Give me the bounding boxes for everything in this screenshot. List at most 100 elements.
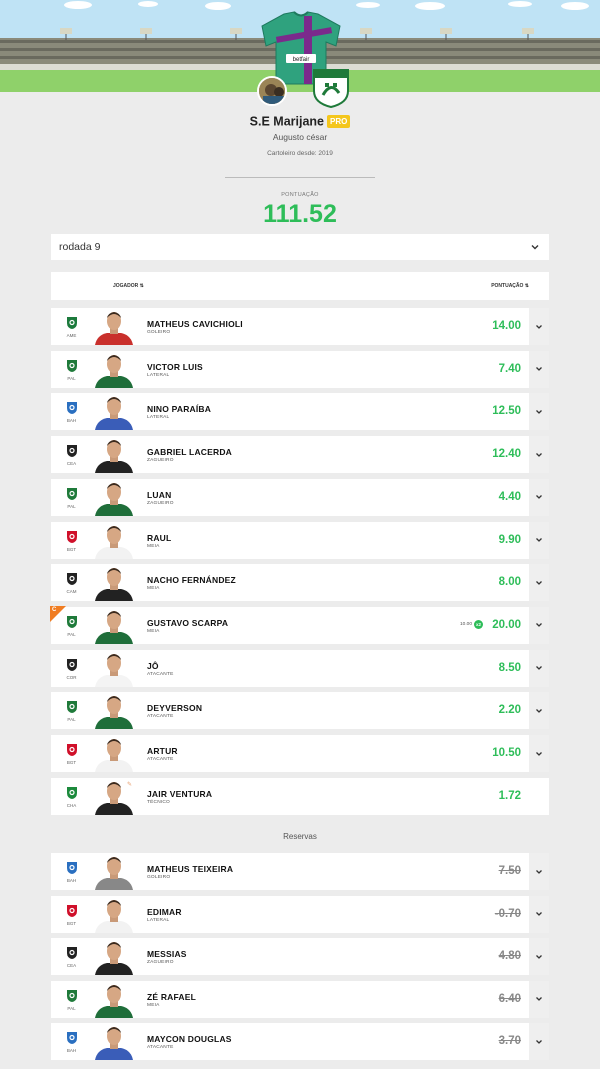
club-abbr: BAH [66, 878, 77, 883]
player-photo [93, 982, 135, 1018]
sort-by-player[interactable]: JOGADOR ⇅ [113, 283, 144, 289]
player-points: 6.40 [498, 992, 521, 1005]
club-crest-icon [65, 786, 79, 800]
expand-row-button[interactable] [529, 308, 549, 345]
player-row: BAH MATHEUS TEIXEIRA GOLEIRO 7.50 [51, 853, 549, 890]
club-badge: BAH [63, 1031, 80, 1057]
club-abbr: BAH [66, 1048, 77, 1054]
expand-row-button[interactable] [529, 735, 549, 772]
chevron-down-icon [536, 751, 542, 756]
chevron-down-icon [536, 954, 542, 959]
expand-row-button[interactable] [529, 521, 549, 559]
player-points: 7.40 [498, 362, 521, 375]
chevron-down-icon [536, 538, 542, 542]
player-photo [93, 480, 135, 516]
player-position: MEIA [147, 586, 160, 592]
chevron-down-icon [536, 708, 542, 713]
player-name: MATHEUS CAVICHIOLI [147, 319, 243, 329]
player-photo [93, 352, 135, 388]
club-badge: AME [63, 316, 80, 342]
expand-row-button[interactable] [529, 853, 549, 890]
player-name: LUAN [147, 489, 172, 500]
player-photo [93, 736, 135, 772]
player-name: DEYVERSON [147, 703, 203, 714]
expand-row-button[interactable] [529, 436, 549, 474]
club-crest-icon [65, 946, 79, 960]
team-name: S.E Marijane PRO [0, 114, 600, 129]
reserves-title: Reservas [283, 832, 317, 841]
team-name-label: S.E Marijane [249, 114, 324, 129]
player-position: MEIA [147, 1002, 160, 1008]
player-name: RAUL [147, 532, 172, 543]
player-photo [93, 897, 135, 933]
chevron-down-icon [536, 997, 542, 1002]
player-row: PAL LUAN ZAGUEIRO 4.40 [51, 478, 549, 516]
expand-row-button[interactable] [529, 606, 549, 644]
player-name: MAYCON DOUGLAS [147, 1034, 232, 1045]
club-abbr: BGT [66, 760, 77, 765]
player-position: GOLEIRO [147, 330, 171, 335]
round-select-value: rodada 9 [59, 241, 101, 253]
round-select[interactable]: rodada 9 [51, 234, 549, 260]
club-badge: COR [63, 658, 80, 684]
player-points: -0.70 [494, 907, 521, 920]
player-row: COR JÔ ATACANTE 8.50 [51, 649, 549, 687]
player-row: AME MATHEUS CAVICHIOLI GOLEIRO 14.00 [51, 308, 549, 345]
chevron-down-icon [536, 409, 542, 414]
club-abbr: PAL [67, 1005, 76, 1011]
expand-row-button[interactable] [529, 393, 549, 431]
player-name: NACHO FERNÁNDEZ [147, 575, 236, 586]
expand-row-button[interactable] [529, 938, 549, 976]
player-row: PAL DEYVERSON ATACANTE 2.20 [51, 692, 549, 730]
player-name: ZÉ RAFAEL [147, 991, 197, 1002]
player-points: 3.70 [498, 1035, 521, 1048]
club-badge: PAL [63, 700, 80, 726]
team-crest-icon [311, 67, 351, 109]
user-avatar[interactable] [257, 76, 287, 106]
player-row: PAL VICTOR LUIS LATERAL 7.40 [51, 350, 549, 388]
player-photo [93, 565, 135, 602]
club-crest-icon [65, 861, 79, 875]
chevron-down-icon [536, 495, 542, 500]
player-points: 2.20 [498, 704, 521, 717]
score-label: PONTUAÇÃO [281, 192, 319, 198]
club-badge: BGT [63, 904, 80, 930]
pro-badge: PRO [327, 115, 351, 129]
club-abbr: CEA [66, 963, 77, 969]
club-crest-icon [65, 904, 79, 918]
player-name: JAIR VENTURA [147, 788, 213, 799]
player-photo [93, 309, 135, 345]
club-abbr: CEA [66, 461, 77, 467]
expand-row-button[interactable] [529, 895, 549, 933]
player-name: MESSIAS [147, 949, 187, 960]
expand-row-button[interactable] [529, 980, 549, 1018]
club-crest-icon [65, 700, 79, 714]
player-position: MEIA [147, 543, 160, 549]
expand-row-button[interactable] [529, 350, 549, 388]
chevron-down-icon [536, 324, 542, 329]
expand-row-button[interactable] [529, 692, 549, 730]
player-name: JÔ [147, 660, 159, 671]
captain-multiplier-icon: x2 [474, 619, 483, 629]
player-position: TÉCNICO [147, 799, 170, 805]
base-points: 10.00 [459, 621, 472, 627]
club-badge: PAL [63, 615, 80, 641]
chevron-down-icon [536, 666, 542, 671]
player-points: 14.00 [492, 320, 521, 332]
player-photo [93, 693, 135, 730]
player-points: 12.50 [492, 405, 521, 418]
player-name: GUSTAVO SCARPA [147, 617, 229, 628]
club-crest-icon [65, 316, 79, 330]
player-position: MEIA [147, 628, 160, 634]
sort-by-points[interactable]: PONTUAÇÃO ⇅ [491, 283, 529, 289]
player-position: LATERAL [147, 372, 170, 378]
club-abbr: COR [66, 674, 77, 680]
chevron-down-icon [536, 623, 542, 628]
club-abbr: AME [66, 333, 77, 338]
expand-row-button[interactable] [529, 564, 549, 602]
expand-row-button[interactable] [529, 1023, 549, 1061]
player-row: BGT EDIMAR LATERAL -0.70 [51, 895, 549, 933]
expand-row-button[interactable] [529, 478, 549, 516]
expand-row-button[interactable] [529, 649, 549, 687]
chevron-down-icon [536, 1039, 542, 1044]
